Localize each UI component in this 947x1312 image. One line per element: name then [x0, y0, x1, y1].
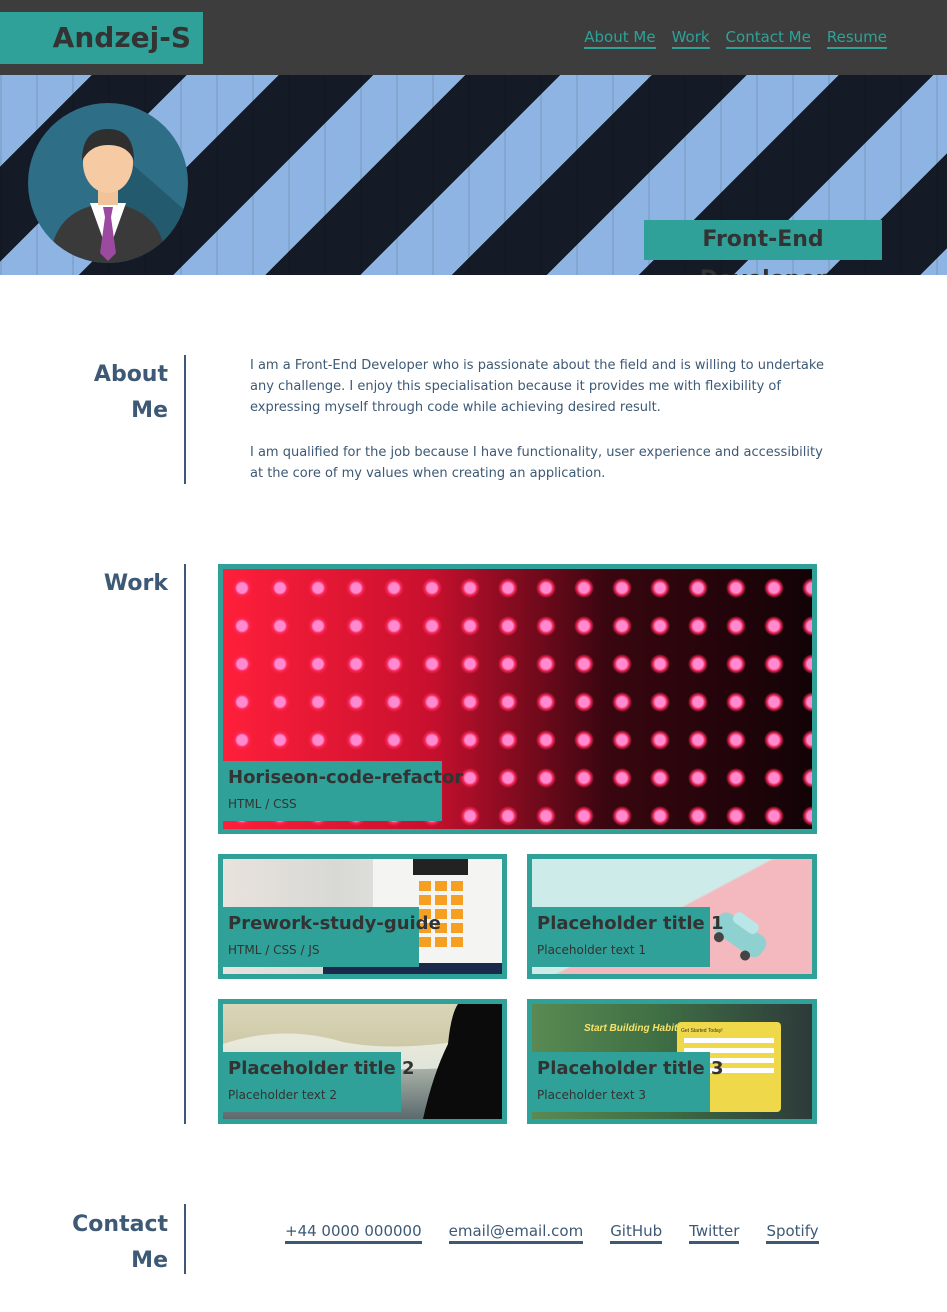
- habits-form-heading: Get Started Today!: [681, 1028, 723, 1034]
- nav-link-about[interactable]: About Me: [584, 28, 656, 49]
- contact-divider: [184, 1204, 186, 1274]
- contact-spotify-link[interactable]: Spotify: [766, 1222, 819, 1244]
- project-subtitle: HTML / CSS / JS: [228, 943, 320, 957]
- project-caption: Placeholder title 1 Placeholder text 1: [532, 907, 724, 967]
- project-card-horiseon[interactable]: Horiseon-code-refactor HTML / CSS: [218, 564, 817, 834]
- hero-role-badge: Front-End Developer: [644, 220, 882, 275]
- project-title: Prework-study-guide: [228, 913, 441, 934]
- contact-twitter-link[interactable]: Twitter: [689, 1222, 740, 1244]
- project-caption: Placeholder title 2 Placeholder text 2: [223, 1052, 415, 1112]
- main-nav: About Me Work Contact Me Resume: [584, 28, 887, 49]
- project-title: Placeholder title 3: [537, 1058, 724, 1079]
- contact-title-line1: Contact: [72, 1212, 168, 1237]
- contact-email-link[interactable]: email@email.com: [448, 1222, 584, 1244]
- project-caption: Prework-study-guide HTML / CSS / JS: [223, 907, 441, 967]
- habits-headline: Start Building Habits.: [584, 1023, 686, 1034]
- project-card-placeholder-2[interactable]: Placeholder title 2 Placeholder text 2: [218, 999, 507, 1124]
- project-title: Placeholder title 2: [228, 1058, 415, 1079]
- project-subtitle: Placeholder text 2: [228, 1088, 338, 1102]
- contact-links: +44 0000 000000 email@email.com GitHub T…: [285, 1222, 819, 1244]
- project-caption: Horiseon-code-refactor HTML / CSS: [223, 761, 464, 821]
- project-card-placeholder-3[interactable]: Start Building Habits. Get Started Today…: [527, 999, 817, 1124]
- about-title-line2: Me: [131, 398, 168, 423]
- about-divider: [184, 355, 186, 484]
- about-paragraph: I am qualified for the job because I hav…: [250, 445, 823, 481]
- project-title: Placeholder title 1: [537, 913, 724, 934]
- project-title: Horiseon-code-refactor: [228, 767, 464, 788]
- nav-link-work[interactable]: Work: [671, 28, 710, 49]
- contact-section-title: Contact Me: [60, 1207, 168, 1279]
- contact-title-line2: Me: [131, 1248, 168, 1273]
- project-card-prework[interactable]: Prework-study-guide HTML / CSS / JS: [218, 854, 507, 979]
- work-divider: [184, 564, 186, 1124]
- profile-avatar-icon: [28, 103, 188, 263]
- about-text: I am a Front-End Developer who is passio…: [250, 355, 830, 484]
- contact-phone-link[interactable]: +44 0000 000000: [285, 1222, 422, 1244]
- site-brand[interactable]: Andzej-S: [0, 12, 203, 64]
- project-subtitle: Placeholder text 3: [537, 1088, 647, 1102]
- project-subtitle: Placeholder text 1: [537, 943, 647, 957]
- site-header: Andzej-S About Me Work Contact Me Resume: [0, 0, 947, 75]
- project-card-placeholder-1[interactable]: Placeholder title 1 Placeholder text 1: [527, 854, 817, 979]
- project-subtitle: HTML / CSS: [228, 797, 297, 811]
- contact-github-link[interactable]: GitHub: [610, 1222, 663, 1244]
- nav-link-contact[interactable]: Contact Me: [725, 28, 811, 49]
- work-section-title: Work: [103, 571, 168, 596]
- hero-banner: Front-End Developer: [0, 75, 947, 275]
- nav-link-resume[interactable]: Resume: [826, 28, 887, 49]
- about-paragraph: I am a Front-End Developer who is passio…: [250, 358, 824, 415]
- about-section-title: About Me: [60, 357, 168, 429]
- about-title-line1: About: [93, 362, 168, 387]
- project-caption: Placeholder title 3 Placeholder text 3: [532, 1052, 724, 1112]
